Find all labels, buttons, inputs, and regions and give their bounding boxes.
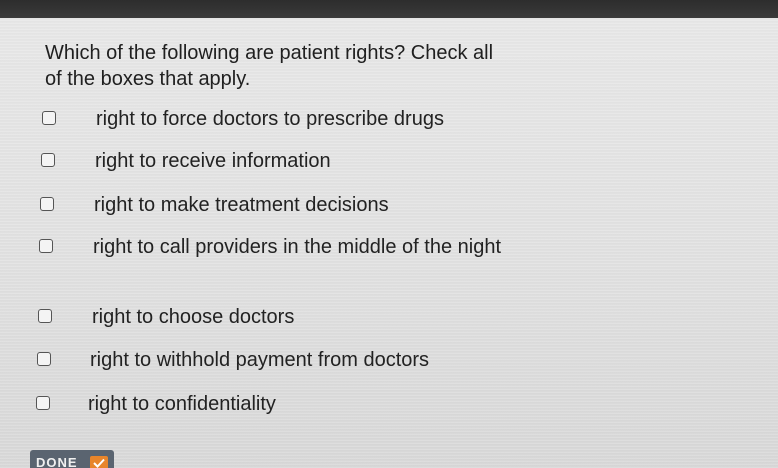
option-label: right to receive information xyxy=(95,150,331,172)
check-icon xyxy=(89,456,108,468)
question-line-1: Which of the following are patient right… xyxy=(45,42,494,64)
option-treatment-decisions[interactable]: right to make treatment decisions xyxy=(40,192,544,218)
checkbox[interactable] xyxy=(40,197,54,211)
done-button[interactable]: DONE xyxy=(30,450,114,468)
checkbox[interactable] xyxy=(38,309,52,323)
checkbox[interactable] xyxy=(36,396,50,410)
done-button-label: DONE xyxy=(36,454,78,468)
question-text: Which of the following are patient right… xyxy=(45,40,605,92)
option-label: right to force doctors to prescribe drug… xyxy=(96,108,444,130)
option-label: right to confidentiality xyxy=(88,393,276,415)
checkbox[interactable] xyxy=(41,153,55,167)
top-bar xyxy=(0,0,778,18)
option-receive-information[interactable]: right to receive information xyxy=(41,148,545,174)
option-choose-doctors[interactable]: right to choose doctors xyxy=(38,304,542,330)
option-label: right to withhold payment from doctors xyxy=(90,349,430,371)
option-withhold-payment[interactable]: right to withhold payment from doctors xyxy=(37,347,540,373)
option-force-prescribe[interactable]: right to force doctors to prescribe drug… xyxy=(42,106,546,132)
checkbox[interactable] xyxy=(37,352,51,366)
option-label: right to make treatment decisions xyxy=(94,194,389,216)
quiz-screen: Which of the following are patient right… xyxy=(0,0,778,468)
checkbox[interactable] xyxy=(39,239,53,253)
option-confidentiality[interactable]: right to confidentiality xyxy=(36,391,538,417)
checkbox[interactable] xyxy=(42,111,56,125)
option-call-providers-night[interactable]: right to call providers in the middle of… xyxy=(39,234,543,260)
option-label: right to choose doctors xyxy=(92,306,295,328)
question-line-2: of the boxes that apply. xyxy=(45,68,251,90)
option-label: right to call providers in the middle of… xyxy=(93,236,501,258)
